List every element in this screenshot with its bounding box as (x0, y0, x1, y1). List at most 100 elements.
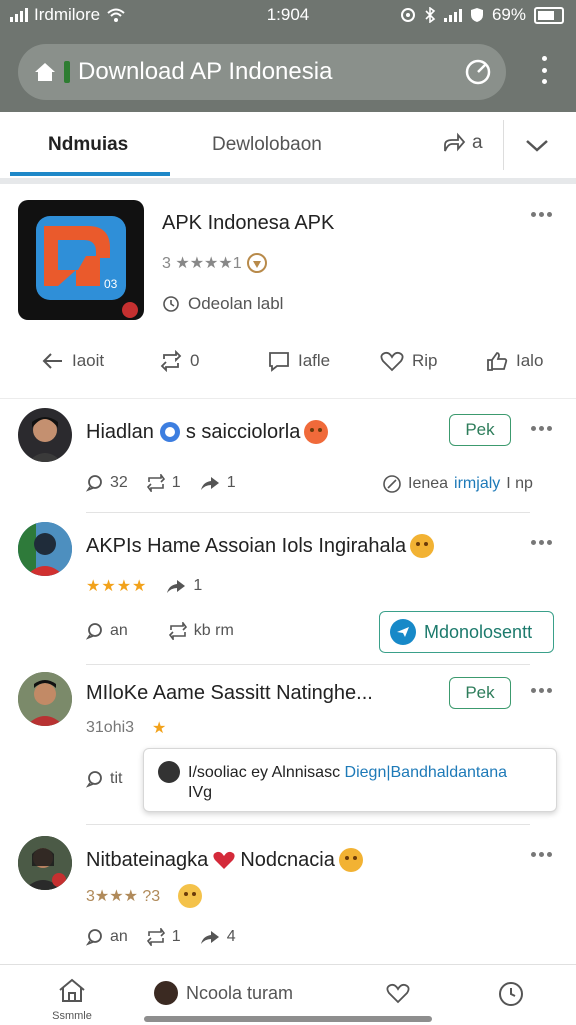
home-indicator[interactable] (144, 1016, 432, 1022)
post-divider (86, 512, 530, 513)
nav-profile-label: Ncoola turam (186, 982, 294, 1003)
popup-link[interactable]: Diegn|Bandhaldantana (345, 764, 508, 781)
post-more-icon[interactable] (531, 688, 552, 693)
repost-icon (168, 622, 187, 640)
avatar[interactable] (18, 836, 72, 890)
sweat-emoji-icon (338, 848, 363, 872)
post-title[interactable]: AKPIs Hame Assoian Iols Ingirahala (86, 534, 435, 558)
status-bar: Irdmilore 1:904 69% (0, 0, 576, 32)
rating-text: 3 ★★★★1 (162, 255, 242, 272)
reply-icon (42, 353, 62, 369)
post-more-icon[interactable] (531, 852, 552, 857)
shares-stat[interactable]: 1 (165, 577, 202, 595)
reposts-stat[interactable]: 1 (146, 928, 181, 946)
share-label: a (472, 132, 483, 153)
share-arrow-icon (200, 931, 219, 944)
post-more-icon[interactable] (531, 426, 552, 431)
meta-link[interactable]: irmjaly (454, 475, 500, 493)
like-action[interactable]: Rip (380, 350, 438, 372)
heart-icon[interactable] (386, 981, 410, 1005)
address-text[interactable]: Download AP Indonesia (78, 58, 332, 86)
home-icon[interactable] (32, 59, 58, 85)
share-icon (444, 132, 466, 152)
app-icon[interactable]: 03 (18, 200, 144, 320)
tab-bar: Ndmuias Dewlolobaon a (0, 112, 576, 184)
nav-profile[interactable]: Ncoola turam (154, 981, 293, 1005)
history-icon[interactable] (498, 981, 524, 1007)
star-icon: ★ (152, 720, 168, 737)
reposts-stat[interactable]: kb rm (168, 622, 234, 640)
comments-stat[interactable]: an (86, 928, 128, 946)
sweat-emoji-icon (410, 534, 435, 558)
reply-action[interactable]: Iaoit (42, 350, 104, 372)
tab-ndmuias[interactable]: Ndmuias (10, 112, 170, 176)
battery-percent: 69% (491, 5, 526, 24)
comment-icon (86, 623, 102, 640)
post-meta: Ienea irmjaly I np (382, 474, 533, 494)
post-rating-row: 31ohi3 ★ (86, 718, 167, 738)
comments-stat[interactable]: an (86, 622, 128, 640)
post-more-icon[interactable] (531, 540, 552, 545)
rating-prefix: 3★★★ ?3 (86, 888, 161, 905)
post-stats: tit (86, 770, 122, 788)
post-title[interactable]: Nitbateinagka Nodcnacia (86, 848, 363, 872)
share-tab[interactable]: a (442, 132, 483, 154)
post-divider (86, 664, 530, 665)
clock-icon (163, 296, 179, 312)
repost-action[interactable]: 0 (160, 350, 199, 372)
thumbs-up-action[interactable]: Ialo (486, 350, 543, 372)
heart-icon (380, 351, 404, 372)
reposts-stat[interactable]: 1 (146, 474, 181, 492)
overflow-menu-icon[interactable] (542, 56, 548, 84)
repost-icon (146, 474, 165, 492)
badge-icon (246, 253, 267, 273)
battery-icon (534, 6, 564, 24)
comment-icon (86, 771, 102, 788)
tooltip-popup[interactable]: I/sooliac ey Alnnisasc Diegn|Bandhaldant… (143, 748, 557, 812)
rating-prefix: 31ohi3 (86, 719, 135, 736)
nav-home[interactable]: Ssmmle (48, 977, 96, 1022)
comments-stat[interactable]: tit (86, 770, 122, 788)
pek-button[interactable]: Pek (449, 677, 511, 709)
shares-stat[interactable]: 1 (199, 474, 236, 492)
compass-icon (383, 475, 401, 493)
shield-icon (470, 8, 483, 22)
comments-stat[interactable]: 32 (86, 474, 128, 492)
app-more-icon[interactable] (531, 212, 552, 217)
tab-divider (503, 120, 504, 170)
star-struck-emoji-icon (304, 420, 329, 444)
popup-text: I/sooliac ey Alnnisasc Diegn|Bandhaldant… (188, 764, 508, 801)
status-label: Odeolan labl (188, 294, 284, 313)
repost-icon (160, 350, 182, 372)
post-divider (86, 824, 530, 825)
tab-dewlolobaon[interactable]: Dewlolobaon (212, 134, 322, 156)
comment-icon (86, 475, 102, 492)
browser-toolbar: Download AP Indonesia (0, 32, 576, 112)
avatar[interactable] (18, 408, 72, 462)
app-title[interactable]: APK Indonesa APK (162, 212, 334, 235)
chevron-down-icon[interactable] (524, 132, 550, 158)
refresh-icon[interactable] (462, 56, 494, 88)
post-stats: an kb rm (86, 622, 234, 640)
secure-indicator-icon (64, 61, 70, 83)
post-rating-row: 3★★★ ?3 (86, 884, 203, 908)
comment-action[interactable]: Iafle (268, 350, 330, 372)
shares-stat[interactable]: 4 (199, 928, 236, 946)
post-title[interactable]: MIloKe Aame Sassitt Natinghe... (86, 682, 373, 705)
app-status: Odeolan labl (162, 294, 283, 314)
address-bar[interactable]: Download AP Indonesia (18, 44, 506, 100)
svg-text:03: 03 (104, 277, 118, 291)
home-icon (59, 978, 85, 1002)
avatar[interactable] (18, 672, 72, 726)
heart-icon (213, 851, 235, 869)
tab-label: Ndmuias (48, 134, 129, 155)
post-title[interactable]: Hiadlan s saicciolorla (86, 420, 329, 444)
mdonolosentt-button[interactable]: Mdonolosentt (379, 611, 554, 653)
avatar (154, 981, 178, 1005)
telegram-icon (390, 619, 416, 645)
avatar[interactable] (18, 522, 72, 576)
pek-button[interactable]: Pek (449, 414, 511, 446)
cell-signal-icon (443, 8, 462, 22)
sync-icon (400, 8, 415, 22)
post-stats: 32 1 1 (86, 474, 236, 492)
